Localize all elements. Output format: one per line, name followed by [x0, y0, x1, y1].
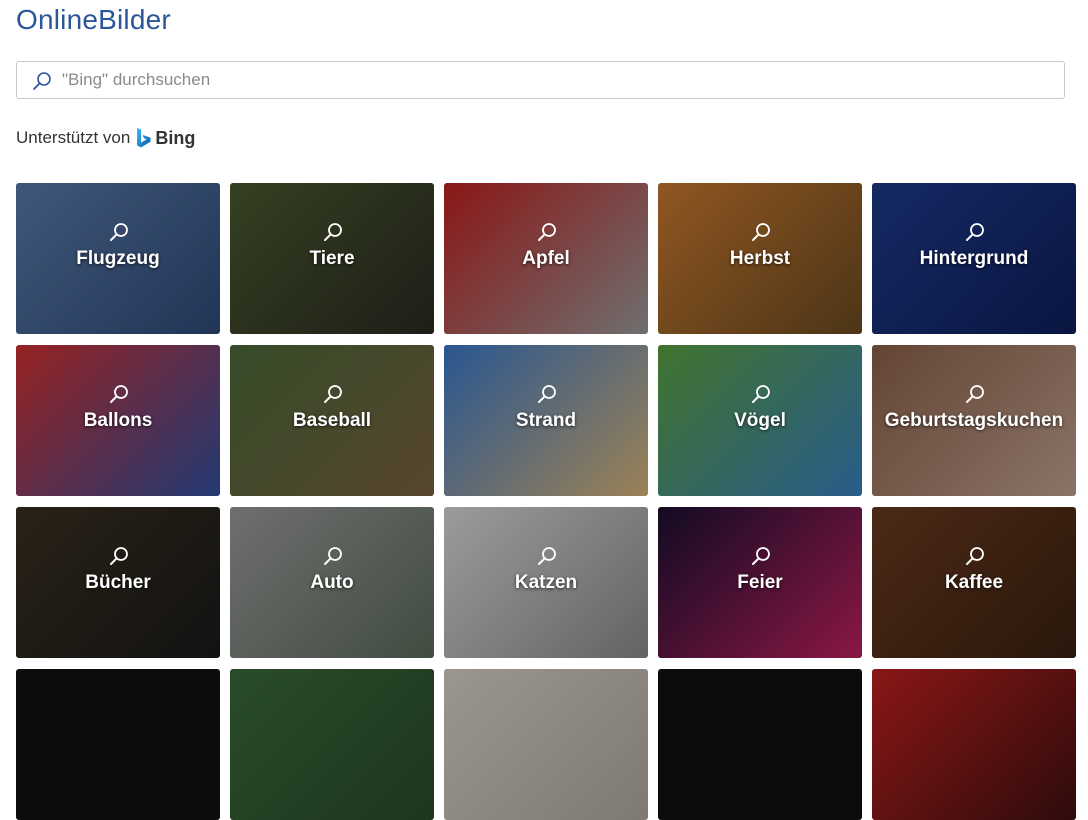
search-icon: [538, 547, 556, 565]
search-icon: [110, 223, 128, 241]
search-icon: [966, 385, 984, 403]
search-icon: [538, 223, 556, 241]
category-label: Baseball: [292, 410, 372, 431]
category-label: Apfel: [522, 248, 570, 269]
category-label: Flugzeug: [76, 248, 160, 269]
category-label: Hintergrund: [919, 248, 1029, 269]
category-label: Feier: [737, 572, 783, 593]
category-tile[interactable]: Apfel: [444, 183, 648, 334]
search-icon: [324, 547, 342, 565]
category-label: Vögel: [734, 410, 786, 431]
bing-icon: [137, 128, 151, 148]
search-icon: [752, 385, 770, 403]
search-icon: [752, 547, 770, 565]
category-label: Ballons: [83, 410, 153, 431]
category-label: Bücher: [85, 572, 151, 593]
category-label: Tiere: [309, 248, 355, 269]
category-tile[interactable]: Ballons: [16, 345, 220, 496]
category-tile[interactable]: Feier: [658, 507, 862, 658]
search-icon: [966, 223, 984, 241]
search-input[interactable]: [62, 62, 1052, 98]
category-label: Strand: [515, 410, 577, 431]
category-tile[interactable]: Strand: [444, 345, 648, 496]
category-tile[interactable]: Baseball: [230, 345, 434, 496]
bing-logo: Bing: [136, 127, 195, 149]
category-label: Auto: [310, 572, 354, 593]
search-icon: [966, 547, 984, 565]
category-tile[interactable]: Katzen: [444, 507, 648, 658]
category-tile[interactable]: Kaffee: [872, 507, 1076, 658]
search-icon: [752, 223, 770, 241]
page-title: OnlineBilder: [16, 4, 171, 35]
powered-by: Unterstützt von Bing: [16, 127, 195, 149]
category-label: Herbst: [729, 248, 791, 269]
search-icon: [324, 223, 342, 241]
powered-by-label: Unterstützt von: [16, 128, 131, 147]
category-label: Kaffee: [944, 572, 1004, 593]
category-tile[interactable]: Vögel: [658, 345, 862, 496]
category-tile[interactable]: Tiere: [230, 183, 434, 334]
category-tile[interactable]: Geburtstagskuchen: [872, 345, 1076, 496]
category-tile[interactable]: Auto: [230, 507, 434, 658]
category-label: Katzen: [514, 572, 578, 593]
search-icon: [538, 385, 556, 403]
category-tile[interactable]: Hintergrund: [872, 183, 1076, 334]
bing-wordmark: Bing: [155, 127, 196, 148]
search-icon: [324, 385, 342, 403]
category-tile[interactable]: Bücher: [16, 507, 220, 658]
search-icon: [33, 72, 51, 90]
category-label: Geburtstagskuchen: [884, 410, 1064, 431]
category-tile[interactable]: Herbst: [658, 183, 862, 334]
search-icon: [110, 385, 128, 403]
category-tile[interactable]: Flugzeug: [16, 183, 220, 334]
search-icon: [110, 547, 128, 565]
search-box[interactable]: [16, 61, 1065, 99]
